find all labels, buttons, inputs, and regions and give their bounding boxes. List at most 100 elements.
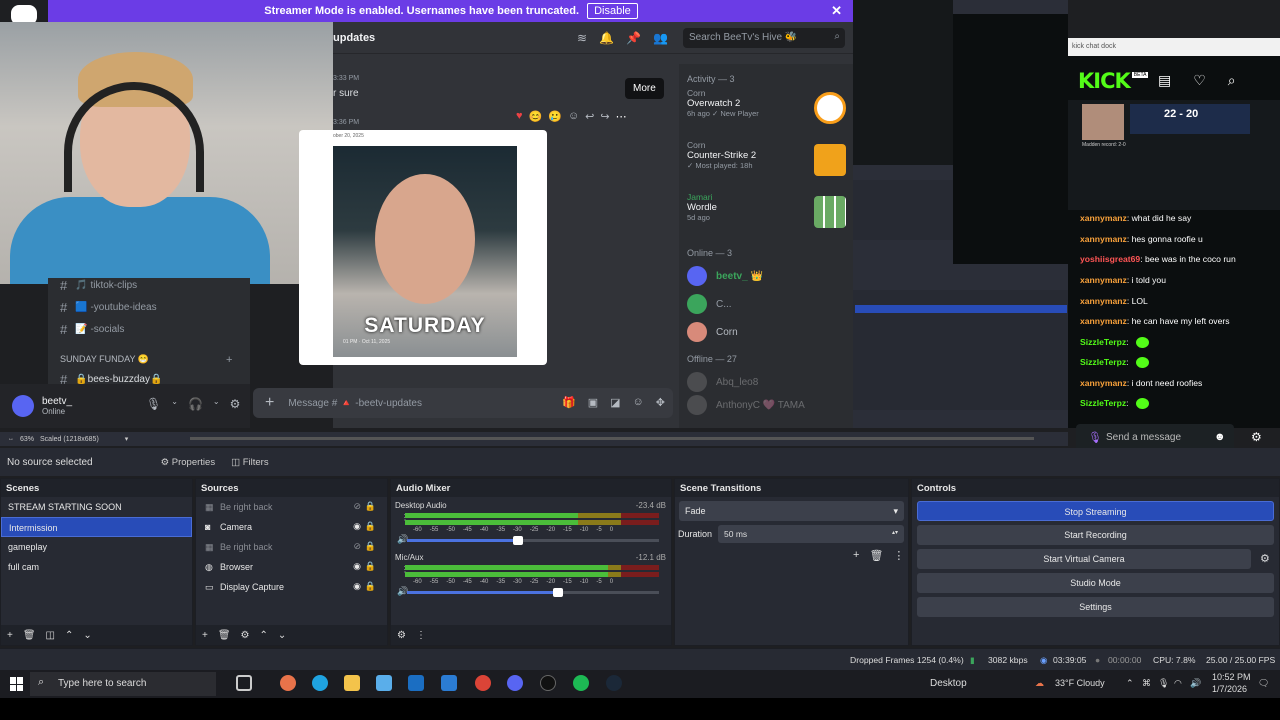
disable-streamer-mode-button[interactable]: Disable: [587, 3, 638, 19]
member-item[interactable]: beetv_ 👑: [687, 262, 846, 290]
add-reaction-icon[interactable]: ☺: [568, 110, 579, 122]
lock-icon[interactable]: 🔒: [365, 541, 376, 552]
emoji-icon[interactable]: ☻: [1214, 431, 1226, 443]
volume-icon[interactable]: 🔊: [1190, 678, 1201, 689]
settings-button[interactable]: Settings: [917, 597, 1274, 617]
start-virtual-camera-button[interactable]: Start Virtual Camera: [917, 549, 1251, 569]
volume-slider[interactable]: [407, 588, 659, 597]
studio-mode-button[interactable]: Studio Mode: [917, 573, 1274, 593]
member-item[interactable]: Abq_leo8: [687, 368, 846, 396]
member-item[interactable]: AnthonyC 🩷 TAMA: [687, 395, 846, 415]
stop-streaming-button[interactable]: Stop Streaming: [917, 501, 1274, 521]
search-input[interactable]: Search BeeTv's Hive 🐝 ⌕: [683, 28, 845, 48]
gear-link-icon[interactable]: ⚙: [397, 630, 406, 641]
calendar-icon[interactable]: [441, 675, 457, 691]
headphones-icon[interactable]: 🎧: [188, 397, 203, 411]
source-item[interactable]: ◙ Camera ◉ 🔒: [196, 517, 387, 537]
heart-icon[interactable]: ♡: [1193, 72, 1206, 89]
sticker-icon[interactable]: ◪: [610, 396, 620, 409]
down-arrow-icon[interactable]: ⌄: [83, 630, 91, 641]
mail-icon[interactable]: [408, 675, 424, 691]
file-explorer-icon[interactable]: [344, 675, 360, 691]
gif-icon[interactable]: ▣: [588, 396, 598, 409]
heart-reaction-icon[interactable]: ♥: [516, 110, 523, 122]
emoji-icon[interactable]: ☺: [633, 396, 644, 409]
image-embed[interactable]: ober 20, 2025 SATURDAY 01 PM · Oct 11, 2…: [299, 130, 547, 365]
more-icon[interactable]: ⋯: [616, 110, 627, 123]
transition-select[interactable]: Fade ▾: [679, 501, 904, 521]
discord-icon[interactable]: [507, 675, 523, 691]
activity-item[interactable]: Corn Overwatch 2 6h ago ✓ New Player: [687, 88, 846, 140]
menu-dots-icon[interactable]: ⋮: [893, 549, 904, 562]
clock-date[interactable]: 1/7/2026: [1212, 684, 1247, 694]
desktop-toolbar[interactable]: Desktop: [930, 678, 967, 689]
weather-text[interactable]: 33°F Cloudy: [1055, 678, 1105, 688]
filter-icon[interactable]: ◫: [46, 630, 55, 641]
clock-time[interactable]: 10:52 PM: [1212, 672, 1251, 682]
eye-hidden-icon[interactable]: ⊘: [353, 501, 361, 512]
members-icon[interactable]: 👥: [653, 31, 668, 45]
scene-item[interactable]: full cam: [1, 557, 192, 577]
activity-item[interactable]: Jamari Wordle 5d ago: [687, 192, 846, 244]
apps-icon[interactable]: ✥: [656, 396, 665, 409]
up-arrow-icon[interactable]: ⌃: [260, 630, 268, 641]
lock-icon[interactable]: 🔒: [365, 501, 376, 512]
add-icon[interactable]: +: [202, 630, 208, 641]
forward-icon[interactable]: ↪: [600, 110, 609, 123]
member-item[interactable]: C...: [687, 290, 846, 318]
kick-logo[interactable]: KICK: [1078, 69, 1131, 93]
source-item[interactable]: ▦ Be right back ⊘ 🔒: [196, 537, 387, 557]
scene-item[interactable]: gameplay: [1, 537, 192, 557]
lock-icon[interactable]: 🔒: [365, 581, 376, 592]
wifi-icon[interactable]: ◠: [1174, 678, 1182, 689]
eye-hidden-icon[interactable]: ⊘: [353, 541, 361, 552]
source-item[interactable]: ◍ Browser ◉ 🔒: [196, 557, 387, 577]
menu-dots-icon[interactable]: ⋮: [416, 630, 426, 641]
gift-icon[interactable]: 🎁: [562, 396, 576, 409]
channel-item[interactable]: # 📝 -socials: [60, 322, 124, 337]
threads-icon[interactable]: ≋: [577, 31, 587, 45]
horizontal-scrollbar[interactable]: [190, 437, 1034, 440]
task-view-icon[interactable]: [236, 675, 252, 691]
notifications-icon[interactable]: 🗨: [1258, 678, 1269, 689]
microphone-icon[interactable]: 🎙: [146, 397, 161, 411]
channel-item[interactable]: # 🎵 tiktok-clips: [60, 278, 137, 293]
bell-icon[interactable]: 🔔: [599, 31, 614, 45]
eye-icon[interactable]: ◉: [353, 561, 361, 572]
smile-reaction-icon[interactable]: 😊: [529, 110, 543, 123]
chrome-icon[interactable]: [475, 675, 491, 691]
volume-slider[interactable]: [407, 536, 659, 545]
windows-start-icon[interactable]: [10, 677, 24, 691]
chevron-down-icon[interactable]: ⌄: [213, 397, 220, 411]
obs-icon[interactable]: [540, 675, 556, 691]
start-recording-button[interactable]: Start Recording: [917, 525, 1274, 545]
microphone-icon[interactable]: 🎙: [1088, 431, 1102, 444]
copilot-icon[interactable]: [280, 675, 296, 691]
add-channel-icon[interactable]: +: [226, 354, 232, 366]
gear-icon[interactable]: ⚙: [230, 397, 241, 411]
trash-icon[interactable]: 🗑: [869, 549, 883, 562]
reply-icon[interactable]: ↩: [585, 110, 594, 123]
gear-icon[interactable]: ⚙: [1260, 552, 1270, 565]
chevron-down-icon[interactable]: ⌄: [171, 397, 178, 411]
face-reaction-icon[interactable]: 🥲: [548, 110, 562, 123]
chevron-down-icon[interactable]: ▾: [125, 435, 129, 443]
duration-input[interactable]: 50 ms ▴▾: [718, 525, 904, 543]
add-icon[interactable]: +: [853, 549, 859, 562]
taskbar-search-input[interactable]: ⌕ Type here to search: [30, 672, 216, 696]
chevron-up-icon[interactable]: ⌃: [1126, 678, 1134, 689]
gear-icon[interactable]: ⚙: [241, 630, 250, 641]
obs-preview-thumbnail[interactable]: [853, 0, 1068, 428]
scale-dropdown[interactable]: Scaled (1218x685): [40, 436, 99, 443]
embed-image[interactable]: SATURDAY 01 PM · Oct 11, 2025: [333, 146, 517, 357]
eye-icon[interactable]: ◉: [353, 521, 361, 532]
trash-icon[interactable]: 🗑: [218, 630, 231, 641]
source-item[interactable]: ▦ Be right back ⊘ 🔒: [196, 497, 387, 517]
channel-item[interactable]: # 🟦 -youtube-ideas: [60, 300, 157, 315]
activity-item[interactable]: Corn Counter-Strike 2 ✓ Most played: 18h: [687, 140, 846, 192]
edge-icon[interactable]: [312, 675, 328, 691]
microphone-icon[interactable]: 🎙: [1158, 678, 1169, 689]
spotify-icon[interactable]: [573, 675, 589, 691]
kick-video-thumbnail[interactable]: 22 - 20 Madden record: 2-0: [1068, 100, 1280, 210]
steam-icon[interactable]: [606, 675, 622, 691]
